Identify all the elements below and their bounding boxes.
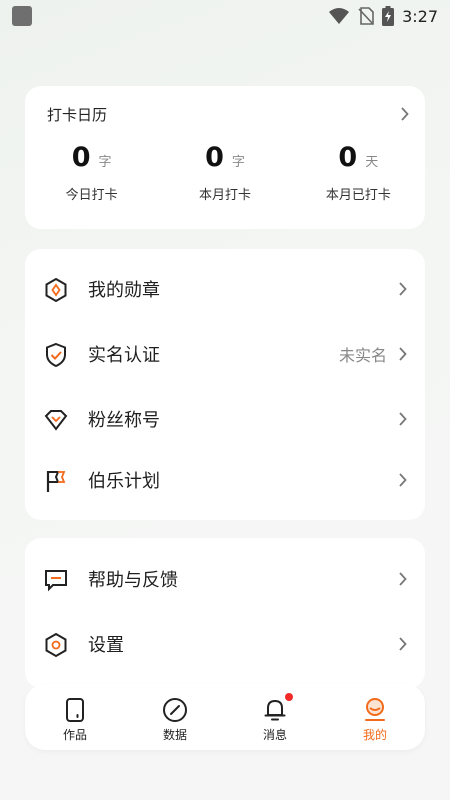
menu-label: 伯乐计划 bbox=[88, 471, 160, 492]
bell-icon bbox=[264, 699, 286, 721]
message-icon bbox=[45, 570, 67, 592]
chevron-right-icon bbox=[399, 473, 407, 487]
menu-label: 帮助与反馈 bbox=[88, 570, 178, 591]
notification-badge bbox=[285, 693, 293, 701]
nav-tab-mine[interactable]: 我的 bbox=[340, 689, 410, 745]
battery-charging-icon bbox=[382, 6, 395, 26]
stat-label: 本月已打卡 bbox=[325, 188, 391, 203]
stat-unit: 字 bbox=[231, 155, 245, 170]
status-time: 3:27 bbox=[402, 6, 438, 26]
nav-label: 消息 bbox=[262, 728, 287, 742]
diamond-icon bbox=[44, 410, 68, 431]
stat-label: 今日打卡 bbox=[65, 188, 118, 203]
menu-item-fan-title[interactable]: 粉丝称号 bbox=[25, 399, 425, 439]
data-compass-icon bbox=[163, 698, 187, 722]
stat-today-checkin: 0 字 今日打卡 bbox=[25, 142, 158, 203]
chevron-right-icon bbox=[399, 637, 407, 651]
menu-group-2: 帮助与反馈 设置 bbox=[25, 538, 425, 688]
chevron-right-icon bbox=[399, 572, 407, 586]
checkin-title: 打卡日历 bbox=[47, 105, 108, 124]
checkin-calendar-card[interactable]: 打卡日历 0 字 今日打卡 0 字 本月打卡 0 天 本月已打卡 bbox=[25, 86, 425, 229]
nav-tab-works[interactable]: 作品 bbox=[40, 689, 110, 745]
shield-check-icon bbox=[46, 342, 66, 368]
menu-item-real-name-verification[interactable]: 实名认证 未实名 bbox=[25, 334, 425, 374]
nav-label: 作品 bbox=[62, 728, 87, 742]
checkin-header[interactable]: 打卡日历 bbox=[47, 103, 409, 125]
chevron-right-icon bbox=[400, 107, 409, 121]
menu-item-help-feedback[interactable]: 帮助与反馈 bbox=[25, 559, 425, 599]
stat-value: 0 bbox=[71, 142, 91, 173]
menu-group-1: 我的勋章 实名认证 未实名 粉丝称号 伯乐计划 bbox=[25, 249, 425, 520]
settings-hexagon-icon bbox=[45, 632, 67, 658]
stat-month-checkin: 0 字 本月打卡 bbox=[158, 142, 291, 203]
stat-unit: 天 bbox=[365, 155, 379, 170]
nav-label: 我的 bbox=[362, 728, 387, 742]
verification-status: 未实名 bbox=[338, 346, 387, 365]
menu-label: 实名认证 bbox=[88, 345, 160, 366]
chevron-right-icon bbox=[399, 412, 407, 426]
nav-tab-data[interactable]: 数据 bbox=[140, 689, 210, 745]
menu-label: 粉丝称号 bbox=[88, 410, 160, 431]
chevron-right-icon bbox=[399, 282, 407, 296]
app-notification-icon bbox=[12, 6, 32, 26]
works-icon bbox=[66, 698, 84, 722]
menu-item-medals[interactable]: 我的勋章 bbox=[25, 269, 425, 309]
chevron-right-icon bbox=[399, 347, 407, 361]
bottom-navigation: 作品 数据 消息 我的 bbox=[25, 684, 425, 750]
menu-item-settings[interactable]: 设置 bbox=[25, 624, 425, 664]
nav-label: 数据 bbox=[162, 728, 187, 742]
profile-icon bbox=[365, 698, 385, 721]
status-indicators: 3:27 bbox=[328, 4, 438, 28]
status-bar: 3:27 bbox=[0, 0, 450, 32]
checkin-stats: 0 字 今日打卡 0 字 本月打卡 0 天 本月已打卡 bbox=[25, 142, 425, 203]
wifi-icon bbox=[329, 8, 350, 24]
medal-icon bbox=[45, 277, 67, 303]
flag-icon bbox=[46, 471, 66, 492]
stat-value: 0 bbox=[205, 142, 224, 173]
nav-tab-messages[interactable]: 消息 bbox=[240, 689, 310, 745]
stat-unit: 字 bbox=[98, 155, 112, 170]
stat-label: 本月打卡 bbox=[198, 188, 251, 203]
menu-label: 我的勋章 bbox=[88, 280, 160, 301]
stat-month-days: 0 天 本月已打卡 bbox=[292, 142, 425, 203]
menu-label: 设置 bbox=[88, 635, 124, 656]
stat-value: 0 bbox=[338, 142, 358, 173]
no-sim-icon bbox=[358, 7, 374, 25]
menu-item-bole-plan[interactable]: 伯乐计划 bbox=[25, 460, 425, 500]
